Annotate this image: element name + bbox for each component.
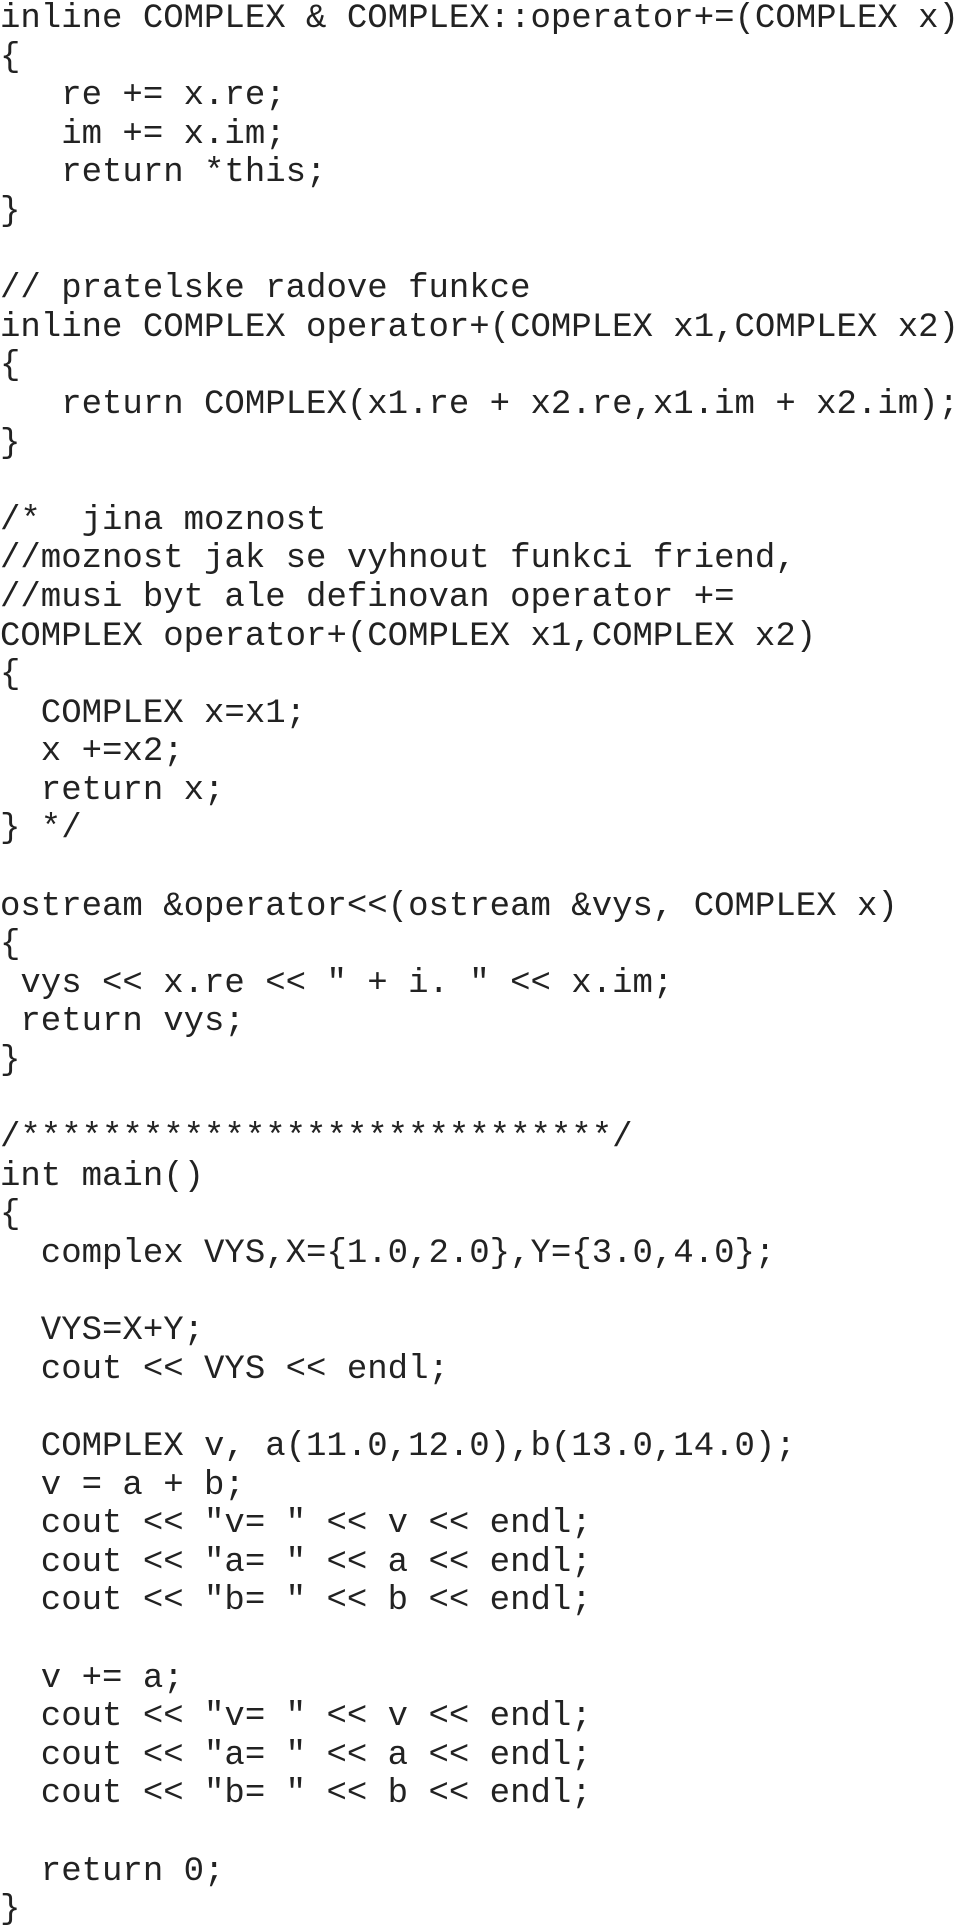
code-line: } */ (0, 810, 82, 849)
code-line: //moznost jak se vyhnout funkci friend, (0, 540, 796, 579)
code-line: inline COMPLEX operator+(COMPLEX x1,COMP… (0, 308, 959, 347)
code-line: x +=x2; (0, 733, 184, 772)
code-line: return *this; (0, 154, 327, 193)
code-line: vys << x.re << " + i. " << x.im; (0, 964, 674, 1003)
code-line: cout << VYS << endl; (0, 1350, 449, 1389)
code-line: v += a; (0, 1659, 184, 1698)
code-line: COMPLEX x=x1; (0, 694, 307, 733)
code-line: { (0, 38, 21, 77)
code-line: inline COMPLEX & COMPLEX::operator+=(COM… (0, 0, 959, 38)
code-line: /* jina moznost (0, 501, 327, 540)
code-listing: inline COMPLEX & COMPLEX::operator+=(COM… (0, 0, 959, 1930)
code-line: { (0, 347, 21, 386)
code-line: //musi byt ale definovan operator += (0, 578, 735, 617)
code-line: } (0, 1042, 21, 1081)
code-line: cout << "a= " << a << endl; (0, 1543, 592, 1582)
code-line: COMPLEX operator+(COMPLEX x1,COMPLEX x2) (0, 617, 817, 656)
code-line: return 0; (0, 1852, 225, 1891)
code-line: { (0, 656, 21, 695)
code-line: } (0, 192, 21, 231)
code-line: } (0, 424, 21, 463)
code-line: /*****************************/ (0, 1119, 633, 1158)
code-line: cout << "a= " << a << endl; (0, 1736, 592, 1775)
code-line: ostream &operator<<(ostream &vys, COMPLE… (0, 887, 898, 926)
code-line: cout << "b= " << b << endl; (0, 1775, 592, 1814)
code-line: return COMPLEX(x1.re + x2.re,x1.im + x2.… (0, 385, 959, 424)
code-line: return x; (0, 771, 225, 810)
code-line: { (0, 926, 21, 965)
code-line: v = a + b; (0, 1466, 245, 1505)
code-line: cout << "b= " << b << endl; (0, 1582, 592, 1621)
code-line: re += x.re; (0, 77, 286, 116)
code-line: } (0, 1891, 21, 1930)
code-line: int main() (0, 1157, 205, 1196)
code-line: cout << "v= " << v << endl; (0, 1505, 592, 1544)
code-line: // pratelske radove funkce (0, 270, 531, 309)
code-line: cout << "v= " << v << endl; (0, 1698, 592, 1737)
code-line: complex VYS,X={1.0,2.0},Y={3.0,4.0}; (0, 1235, 776, 1273)
code-line: im += x.im; (0, 115, 286, 154)
code-line: VYS=X+Y; (0, 1312, 205, 1351)
code-line: { (0, 1196, 21, 1235)
code-line: return vys; (0, 1003, 245, 1042)
code-line: COMPLEX v, a(11.0,12.0),b(13.0,14.0); (0, 1427, 796, 1466)
